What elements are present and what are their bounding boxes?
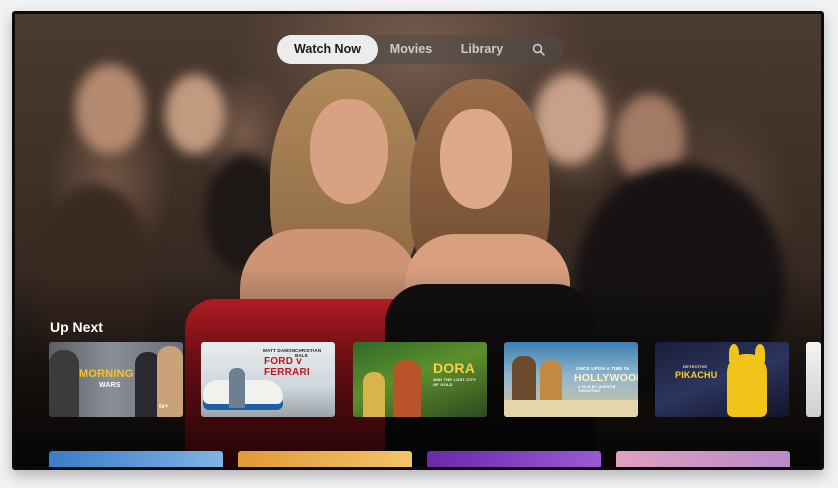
- tile-art-person: [229, 368, 245, 408]
- tile-credit: MATT DAMON: [263, 348, 296, 353]
- tile-badge: tv+: [159, 404, 169, 410]
- tile-art-person: [512, 356, 536, 406]
- tile-art-car: [504, 400, 638, 417]
- tile-title: DORA: [433, 360, 476, 376]
- tab-movies[interactable]: Movies: [378, 35, 444, 64]
- row2-tile[interactable]: [49, 451, 223, 467]
- up-next-tile-partial[interactable]: [806, 342, 821, 417]
- tile-title: MORNING: [79, 368, 134, 380]
- tile-credit: A FILM BY QUENTIN TARANTINO: [578, 385, 616, 393]
- tile-title: FORD v FERRARI: [264, 356, 310, 378]
- tile-title: PIKACHU: [675, 370, 718, 380]
- up-next-tile-pikachu[interactable]: DETECTIVE PIKACHU: [655, 342, 789, 417]
- hero-person-left-face: [310, 99, 388, 204]
- tile-art-character: [727, 354, 767, 417]
- top-navigation: Watch Now Movies Library: [277, 35, 563, 64]
- tile-title: HOLLYWOOD: [574, 372, 638, 384]
- tile-art-person: [49, 350, 79, 417]
- up-next-tile-ford-v-ferrari[interactable]: MATT DAMON CHRISTIAN BALE FORD v FERRARI: [201, 342, 335, 417]
- row2-tile[interactable]: [238, 451, 412, 467]
- tile-art-character: [363, 372, 385, 417]
- row2-tile[interactable]: [616, 451, 790, 467]
- search-tab[interactable]: [520, 35, 556, 64]
- up-next-tile-hollywood[interactable]: ONCE UPON A TIME IN HOLLYWOOD A FILM BY …: [504, 342, 638, 417]
- tab-watch-now[interactable]: Watch Now: [277, 35, 378, 64]
- crowd-figure: [165, 74, 225, 154]
- tile-pre-title: DETECTIVE: [683, 364, 708, 369]
- tv-app-screen: Watch Now Movies Library Up Next MORNING…: [15, 14, 821, 467]
- up-next-heading: Up Next: [50, 319, 103, 335]
- tile-art-character: [755, 344, 765, 362]
- up-next-tile-dora[interactable]: DORA AND THE LOST CITY OF GOLD: [353, 342, 487, 417]
- tile-subtitle: WARS: [99, 382, 121, 389]
- tile-subtitle: AND THE LOST CITY OF GOLD: [433, 377, 477, 387]
- hero-person-right-face: [440, 109, 512, 209]
- tile-art-character: [729, 344, 739, 362]
- crowd-figure: [75, 64, 145, 154]
- tile-art-character: [393, 360, 421, 417]
- search-icon: [532, 43, 545, 56]
- up-next-tile-morning-wars[interactable]: MORNING WARS tv+: [49, 342, 183, 417]
- row2-tile[interactable]: [427, 451, 601, 467]
- tv-frame: Watch Now Movies Library Up Next MORNING…: [12, 11, 824, 470]
- tile-tagline: ONCE UPON A TIME IN: [576, 366, 629, 371]
- tab-library[interactable]: Library: [444, 35, 520, 64]
